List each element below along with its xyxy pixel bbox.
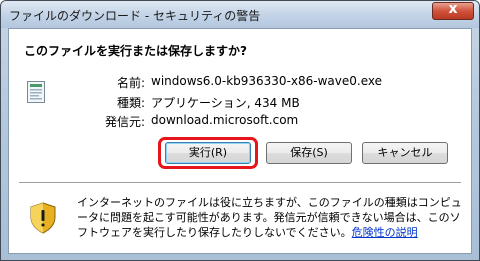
risk-explanation-link[interactable]: 危険性の説明: [352, 226, 418, 239]
security-warning-text: インターネットのファイルは役に立ちますが、このファイルの種類はコンピュータに問題…: [77, 195, 463, 240]
run-button[interactable]: 実行(R): [165, 142, 251, 164]
file-source: download.microsoft.com: [151, 113, 299, 127]
close-icon: x: [448, 1, 458, 17]
file-name: windows6.0-kb936330-x86-wave0.exe: [151, 74, 382, 88]
executable-file-icon: [27, 81, 45, 103]
name-label: 名前:: [116, 76, 145, 90]
security-shield-icon: [30, 202, 56, 234]
cancel-button[interactable]: キャンセル: [362, 142, 448, 164]
file-type: アプリケーション, 434 MB: [151, 96, 300, 110]
title-bar[interactable]: ファイルのダウンロード - セキュリティの警告 x: [1, 1, 479, 28]
window-title: ファイルのダウンロード - セキュリティの警告: [9, 9, 261, 23]
run-or-save-prompt: このファイルを実行または保存しますか?: [24, 44, 247, 58]
download-security-dialog: ファイルのダウンロード - セキュリティの警告 x このファイルを実行または保存…: [0, 0, 480, 261]
save-button[interactable]: 保存(S): [266, 142, 352, 164]
separator: [19, 182, 461, 183]
source-label: 発信元:: [104, 115, 145, 129]
dialog-body: このファイルを実行または保存しますか? 名前: windows6.0-kb936…: [8, 28, 472, 254]
close-button[interactable]: x: [432, 1, 474, 20]
type-label: 種類:: [116, 96, 145, 110]
